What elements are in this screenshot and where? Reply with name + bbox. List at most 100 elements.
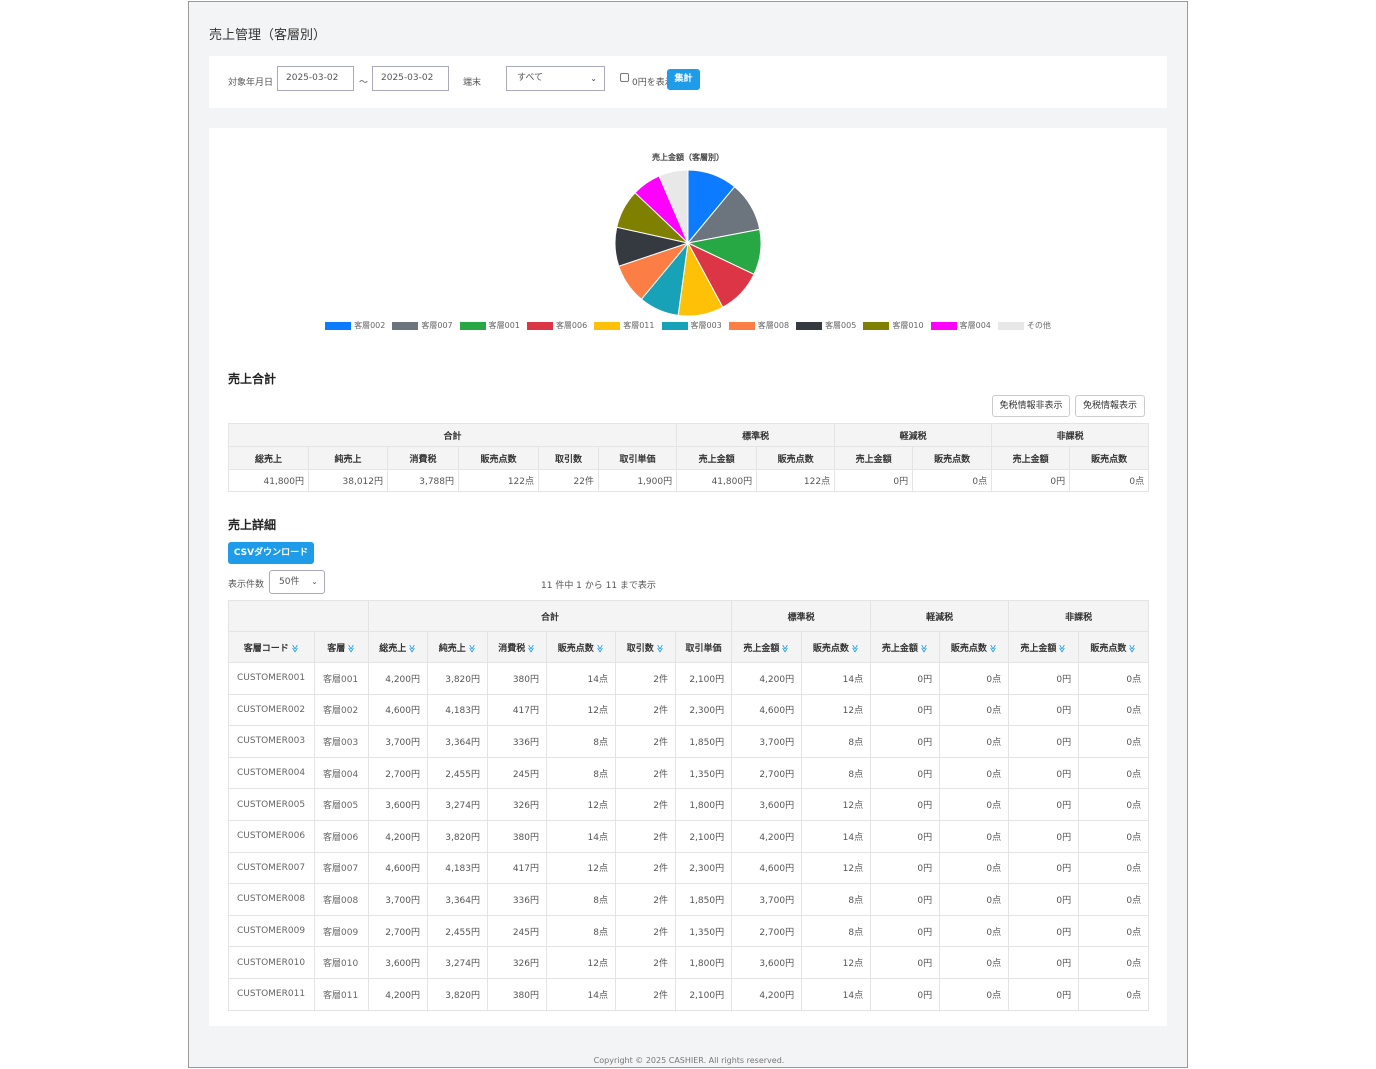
sortable-column-header[interactable]: 取引数 ≫ [615,631,676,663]
date-to-input[interactable]: 2025-03-02 [372,66,449,91]
chart-legend: 客層002 客層007 客層001 客層006 客層011 客層003 客層008 客層005… [209,320,1167,331]
zero-yen-checkbox[interactable] [620,73,629,82]
legend-label: 客層001 [488,321,520,330]
value-cell: 4,200円 [731,819,803,853]
customer-code-cell: CUSTOMER002 [228,693,315,727]
value-cell: 0点 [1078,788,1150,821]
sort-icon[interactable]: ≫ [347,644,356,652]
legend-item[interactable]: 客層005 [796,320,856,331]
value-cell: 0円 [870,977,941,1011]
value-cell: 1,850円 [674,725,733,758]
table-row: CUSTOMER002 客層002 4,600円 4,183円 417円 12点 2件 2,3… [228,693,1150,727]
value-cell: 3,274円 [427,946,488,979]
value-cell: 380円 [487,977,547,1011]
value-cell: 4,200円 [368,662,428,695]
column-header: 取引数 [538,446,599,470]
date-from-input[interactable]: 2025-03-02 [277,66,354,91]
value-cell: 12点 [801,946,872,979]
hide-taxfree-button[interactable]: 免税情報非表示 [992,395,1070,417]
sortable-column-header[interactable]: 純売上 ≫ [427,631,488,663]
sort-icon[interactable]: ≫ [596,644,605,652]
legend-item[interactable]: 客層006 [526,320,587,331]
sort-icon[interactable]: ≫ [291,644,300,652]
sort-icon[interactable]: ≫ [408,644,417,652]
sort-icon[interactable]: ≫ [527,644,536,652]
value-cell: 14点 [546,662,616,695]
sortable-column-header[interactable]: 販売点数 ≫ [801,631,872,663]
value-cell: 2件 [615,693,676,727]
value-cell: 4,183円 [427,693,488,727]
summary-cell: 122点 [458,469,539,492]
value-cell: 2件 [615,883,676,916]
value-cell: 245円 [487,756,547,790]
customer-segment-cell: 客層002 [314,693,369,727]
sort-icon[interactable]: ≫ [920,644,929,652]
customer-segment-cell: 客層003 [314,725,369,758]
legend-item[interactable]: 客層004 [930,320,991,331]
value-cell: 12点 [546,851,616,885]
value-cell: 0円 [870,819,941,853]
sortable-column-header[interactable]: 客層コード ≫ [228,631,315,663]
value-cell: 2,700円 [368,914,428,948]
per-page-select[interactable]: 50件 ⌄ [269,570,325,594]
sortable-column-header[interactable]: 売上金額 ≫ [1008,631,1080,663]
legend-swatch [863,321,890,330]
value-cell: 380円 [487,662,547,695]
value-cell: 14点 [801,662,872,695]
sortable-column-header[interactable]: 総売上 ≫ [368,631,428,663]
sortable-column-header[interactable]: 売上金額 ≫ [731,631,803,663]
value-cell: 326円 [487,946,547,979]
legend-item[interactable]: 客層010 [863,320,924,331]
value-cell: 14点 [546,819,616,853]
group-header: 軽減税 [834,423,993,447]
value-cell: 14点 [801,977,872,1011]
column-header: 販売点数 [912,446,993,470]
sortable-column-header[interactable]: 販売点数 ≫ [546,631,616,663]
group-header: 合計 [227,423,678,447]
sortable-column-header[interactable]: 客層 ≫ [314,631,369,663]
customer-segment-cell: 客層008 [314,883,369,916]
value-cell: 0点 [1078,819,1150,853]
sortable-column-header: 取引単価 [674,631,733,663]
customer-segment-cell: 客層001 [314,662,369,695]
value-cell: 8点 [546,883,616,916]
show-taxfree-button[interactable]: 免税情報表示 [1075,395,1145,417]
customer-segment-cell: 客層007 [314,851,369,885]
sort-icon[interactable]: ≫ [1128,644,1137,652]
legend-label: 客層010 [892,321,924,330]
table-row: CUSTOMER010 客層010 3,600円 3,274円 326円 12点 2件 1,8… [228,946,1150,979]
sort-icon[interactable]: ≫ [656,644,665,652]
value-cell: 0円 [870,693,941,727]
sortable-column-header[interactable]: 売上金額 ≫ [870,631,941,663]
sort-icon[interactable]: ≫ [468,644,477,652]
table-row: CUSTOMER009 客層009 2,700円 2,455円 245円 8点 2件 1,35… [228,914,1150,948]
legend-item[interactable]: 客層008 [728,320,789,331]
legend-item[interactable]: 客層001 [459,320,520,331]
terminal-select[interactable]: すべて ⌄ [506,66,605,91]
sort-icon[interactable]: ≫ [1058,644,1067,652]
legend-swatch [728,321,755,330]
value-cell: 0円 [870,851,941,885]
customer-code-cell: CUSTOMER007 [228,851,315,885]
value-cell: 3,600円 [731,788,803,821]
sort-icon[interactable]: ≫ [851,644,860,652]
sortable-column-header[interactable]: 販売点数 ≫ [1078,631,1150,663]
legend-item[interactable]: 客層007 [392,320,453,331]
legend-item[interactable]: 客層002 [325,320,385,331]
legend-item[interactable]: 客層011 [594,320,655,331]
legend-item[interactable]: その他 [997,320,1051,331]
sortable-column-header[interactable]: 販売点数 ≫ [939,631,1010,663]
sort-icon[interactable]: ≫ [989,644,998,652]
value-cell: 2,700円 [731,914,803,948]
table-row: CUSTOMER007 客層007 4,600円 4,183円 417円 12点 2件 2,3… [228,851,1150,885]
value-cell: 245円 [487,914,547,948]
chevron-down-icon: ⌄ [311,577,318,586]
customer-segment-cell: 客層004 [314,756,369,790]
aggregate-button[interactable]: 集計 [667,69,700,90]
legend-item[interactable]: 客層003 [661,320,722,331]
sortable-column-header[interactable]: 消費税 ≫ [487,631,547,663]
csv-download-button[interactable]: CSVダウンロード [228,542,314,564]
value-cell: 2,455円 [427,914,488,948]
sort-icon[interactable]: ≫ [781,644,790,652]
value-cell: 8点 [546,914,616,948]
